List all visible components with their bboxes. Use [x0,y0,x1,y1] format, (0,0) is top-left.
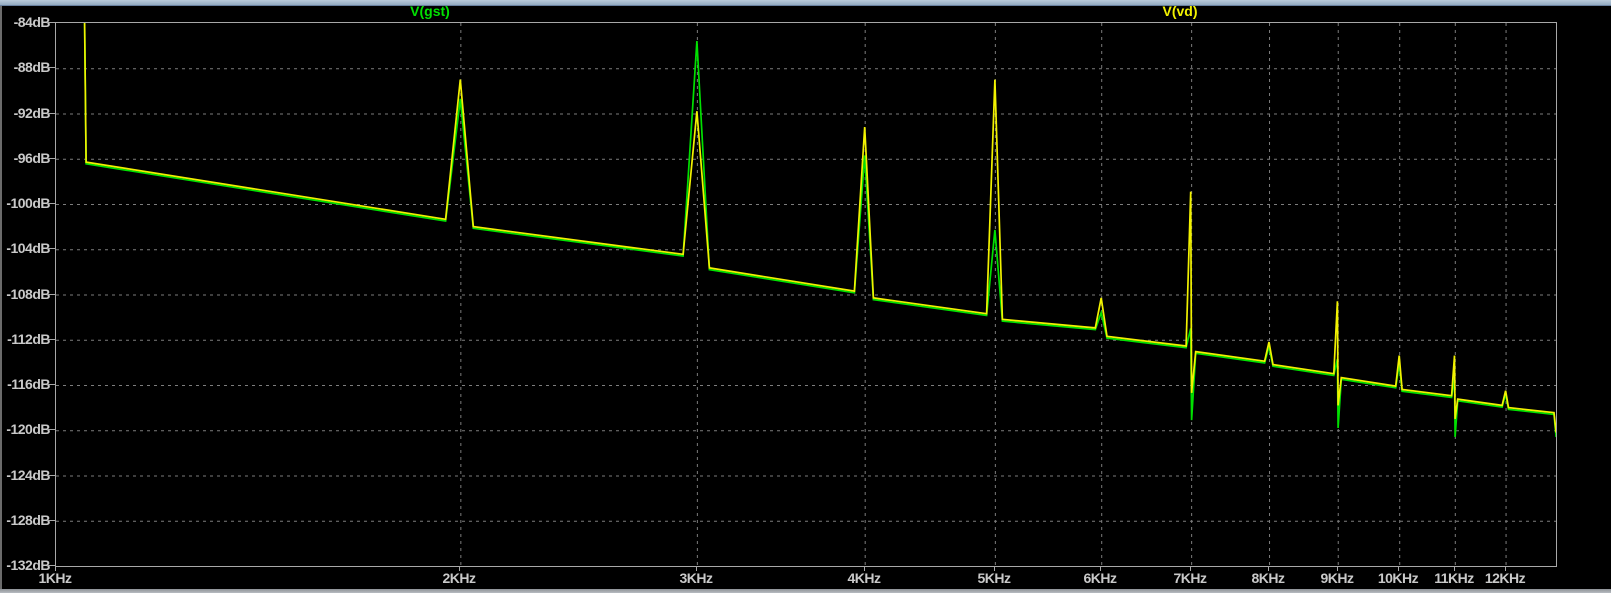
x-tick-label: 9KHz [1320,570,1354,586]
y-axis-tick [47,248,55,249]
y-axis-tick [47,294,55,295]
y-axis-tick [47,203,55,204]
x-axis-tick [1268,567,1269,571]
y-axis-tick [47,339,55,340]
y-tick-label: -120dB [6,421,50,437]
x-tick-label: 8KHz [1251,570,1285,586]
x-tick-label: 12KHz [1484,570,1526,586]
y-tick-label: -84dB [13,14,51,30]
x-axis-tick [55,567,56,571]
window-bottom-border [0,589,1611,593]
legend-trace-vvd[interactable]: V(vd) [1135,3,1225,19]
y-axis-tick [47,113,55,114]
x-axis-tick [1505,567,1506,571]
plot-area[interactable] [55,22,1557,567]
waveform-viewer-window: V(gst) V(vd) -84dB -88dB -92dB -96dB -100dB -… [0,0,1611,593]
y-axis-tick [47,22,55,23]
x-tick-label: 7KHz [1173,570,1207,586]
x-axis-tick [864,567,865,571]
y-tick-label: -100dB [6,195,50,211]
x-axis-tick [459,567,460,571]
y-tick-label: -116dB [7,376,50,392]
x-tick-label: 1KHz [38,570,72,586]
y-axis-tick [47,429,55,430]
y-axis-tick [47,565,55,566]
x-tick-label: 5KHz [977,570,1011,586]
window-title-bar-edge [0,0,1611,6]
y-tick-label: -104dB [6,240,50,256]
x-axis-tick [1454,567,1455,571]
x-axis-tick [1100,567,1101,571]
x-tick-label: 4KHz [847,570,881,586]
x-axis-tick [994,567,995,571]
trace-vgst[interactable] [83,23,1556,438]
x-axis-tick [696,567,697,571]
fft-plot-canvas [56,23,1556,566]
y-axis-tick [47,520,55,521]
x-axis-tick [1190,567,1191,571]
x-axis-tick [1337,567,1338,571]
y-tick-label: -108dB [6,286,50,302]
x-axis-tick [1398,567,1399,571]
y-tick-label: -96dB [13,150,51,166]
x-tick-label: 6KHz [1083,570,1117,586]
y-axis-tick [47,158,55,159]
y-tick-label: -112dB [7,331,50,347]
y-tick-label: -124dB [6,467,50,483]
legend-trace-vgst[interactable]: V(gst) [385,3,475,19]
x-tick-label: 3KHz [679,570,713,586]
y-axis-tick [47,475,55,476]
x-tick-label: 2KHz [442,570,476,586]
y-tick-label: -88dB [13,59,51,75]
y-tick-label: -128dB [6,512,50,528]
y-tick-label: -92dB [13,105,51,121]
y-axis-tick [47,384,55,385]
y-axis-tick [47,67,55,68]
